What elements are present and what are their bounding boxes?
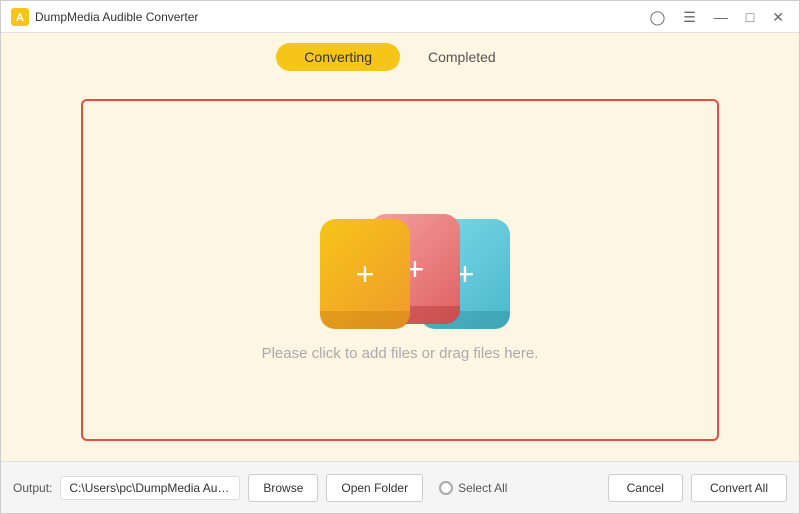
tab-completed[interactable]: Completed xyxy=(400,43,524,71)
drop-hint: Please click to add files or drag files … xyxy=(262,345,539,362)
maximize-button[interactable]: □ xyxy=(741,8,759,26)
svg-text:A: A xyxy=(16,12,24,24)
book-icons: + + + xyxy=(300,179,500,329)
minimize-button[interactable]: — xyxy=(709,8,733,26)
select-all-radio[interactable] xyxy=(439,481,453,495)
menu-button[interactable]: ☰ xyxy=(678,8,701,26)
book-icon-orange: + xyxy=(320,219,410,329)
output-path: C:\Users\pc\DumpMedia AudioBook Converte xyxy=(60,476,240,500)
title-left: A DumpMedia Audible Converter xyxy=(11,8,198,26)
cancel-button[interactable]: Cancel xyxy=(608,474,683,502)
browse-button[interactable]: Browse xyxy=(248,474,318,502)
app-icon: A xyxy=(11,8,29,26)
convert-all-button[interactable]: Convert All xyxy=(691,474,787,502)
select-all-area[interactable]: Select All xyxy=(439,481,507,495)
main-content: + + + Please click to add files or drag … xyxy=(1,79,799,461)
title-text: DumpMedia Audible Converter xyxy=(35,10,198,24)
drop-zone[interactable]: + + + Please click to add files or drag … xyxy=(81,99,719,441)
spine-orange xyxy=(320,311,410,329)
account-button[interactable]: ◯ xyxy=(645,8,671,26)
open-folder-button[interactable]: Open Folder xyxy=(326,474,423,502)
tab-converting[interactable]: Converting xyxy=(276,43,400,71)
plus-orange: + xyxy=(356,258,375,290)
bottom-bar: Output: C:\Users\pc\DumpMedia AudioBook … xyxy=(1,461,799,513)
title-controls: ◯ ☰ — □ ✕ xyxy=(645,8,789,26)
select-all-label[interactable]: Select All xyxy=(458,481,507,495)
tab-bar: Converting Completed xyxy=(1,33,799,79)
close-button[interactable]: ✕ xyxy=(767,8,789,26)
title-bar: A DumpMedia Audible Converter ◯ ☰ — □ ✕ xyxy=(1,1,799,33)
output-label: Output: xyxy=(13,481,52,495)
